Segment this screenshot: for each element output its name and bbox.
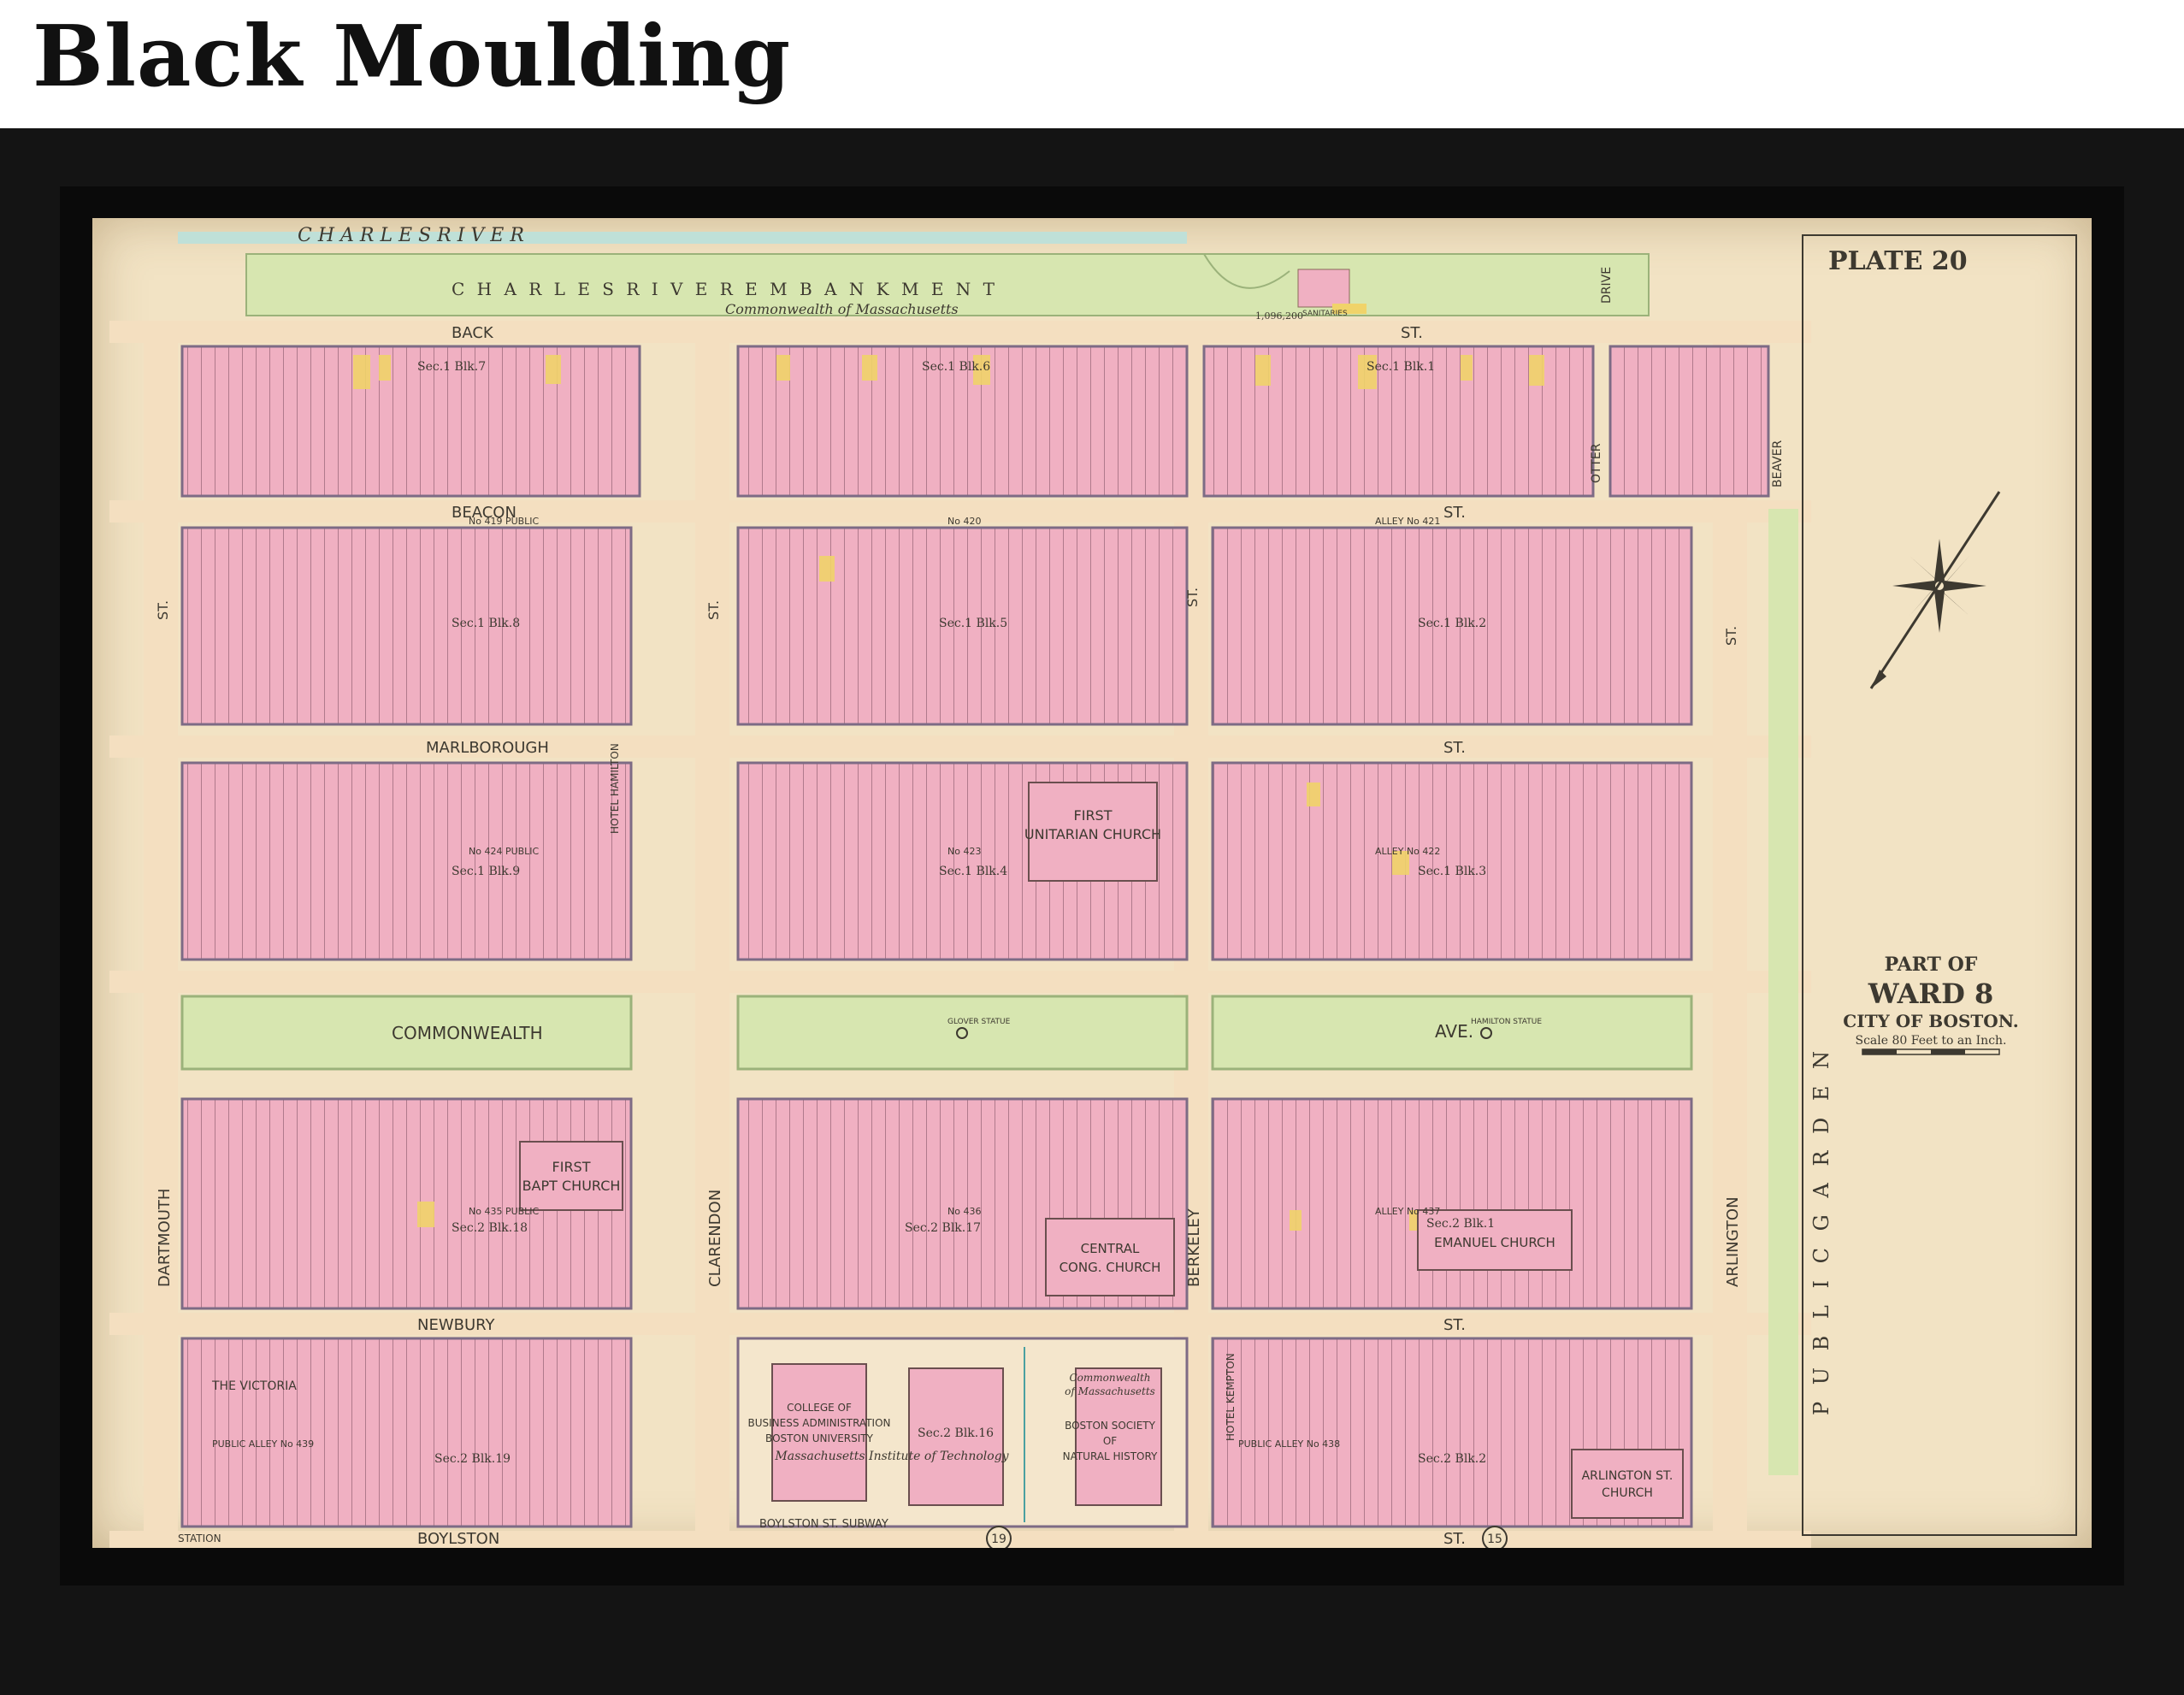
block-sec1-blk1: Sec.1 Blk.1 (1366, 360, 1435, 374)
arlington-st-suffix: ST. (1723, 626, 1739, 646)
first-unitarian-line2: UNITARIAN CHURCH (1024, 826, 1161, 842)
boylston-subway-label: BOYLSTON ST. SUBWAY (759, 1518, 888, 1531)
natural-history-line5: NATURAL HISTORY (1063, 1450, 1158, 1462)
central-cong-line1: CENTRAL (1081, 1241, 1140, 1256)
clarendon-street-label: CLARENDON (706, 1190, 724, 1287)
embankment-owner-label: Commonwealth of Massachusetts (725, 301, 959, 317)
hamilton-statue-label: HAMILTON STATUE (1471, 1018, 1542, 1026)
sanitaries-label: SANITARIES (1302, 310, 1348, 318)
beacon-street-suffix: ST. (1443, 504, 1466, 522)
page-title: Black Moulding (32, 8, 792, 106)
back-street-suffix: ST. (1401, 324, 1423, 342)
public-garden-label: P U B L I C G A R D E N (1809, 1046, 1833, 1415)
central-cong-line2: CONG. CHURCH (1060, 1260, 1161, 1275)
compass-rose-icon (1869, 491, 2001, 689)
block-sec1-blk7: Sec.1 Blk.7 (417, 360, 486, 374)
hotel-hamilton-label: HOTEL HAMILTON (609, 743, 621, 834)
block-sec1-blk2: Sec.1 Blk.2 (1418, 617, 1486, 630)
college-line2: BUSINESS ADMINISTRATION (747, 1417, 890, 1429)
block-sec2-blk19: Sec.2 Blk.19 (434, 1452, 511, 1466)
natural-history-line2: of Massachusetts (1065, 1385, 1155, 1397)
the-victoria-label: THE VICTORIA (211, 1379, 297, 1393)
block-sec2-blk16: Sec.2 Blk.16 (918, 1426, 994, 1440)
alley-419: No 419 PUBLIC (469, 516, 540, 527)
boston-ward-8-map: C H A R L E S R I V E R C H A R L E S R … (109, 225, 2077, 1548)
part-of-label: PART OF (1885, 954, 1978, 976)
station-label: STATION (178, 1533, 221, 1544)
drive-label: DRIVE (1600, 267, 1614, 304)
embankment-label: C H A R L E S R I V E R E M B A N K M E … (452, 279, 998, 299)
charles-river-embankment: C H A R L E S R I V E R E M B A N K M E … (245, 253, 1650, 322)
alley-436: No 436 (947, 1206, 981, 1217)
dartmouth-street-label: DARTMOUTH (156, 1189, 174, 1287)
block-sec1-blk4: Sec.1 Blk.4 (939, 865, 1007, 878)
scale-label: Scale 80 Feet to an Inch. (1855, 1034, 2006, 1048)
beaver-street-label: BEAVER (1771, 440, 1785, 487)
charles-river: C H A R L E S R I V E R (178, 225, 1187, 246)
glover-statue-label: GLOVER STATUE (947, 1018, 1011, 1026)
alley-422: ALLEY No 422 (1375, 846, 1440, 857)
otter-street-label: OTTER (1590, 443, 1603, 483)
commonwealth-ave-label: COMMONWEALTH (392, 1023, 543, 1043)
alley-439: PUBLIC ALLEY No 439 (212, 1438, 314, 1450)
natural-history-line4: OF (1103, 1435, 1117, 1447)
block-sec2-blk17: Sec.2 Blk.17 (905, 1221, 981, 1235)
alley-420: No 420 (947, 516, 981, 527)
alley-423: No 423 (947, 846, 981, 857)
block-sec1-blk9: Sec.1 Blk.9 (452, 865, 520, 878)
alley-435: No 435 PUBLIC (469, 1206, 540, 1217)
back-street-label: BACK (452, 324, 494, 342)
block-sec1-blk6: Sec.1 Blk.6 (922, 360, 990, 374)
ward-label: WARD 8 (1868, 977, 1993, 1010)
dartmouth-st-suffix: ST. (155, 600, 171, 620)
college-line3: BOSTON UNIVERSITY (765, 1432, 874, 1444)
newbury-street-label: NEWBURY (417, 1316, 496, 1334)
embankment-area: 1,096,200 (1255, 310, 1303, 322)
plate-ref-15: 15 (1487, 1533, 1502, 1546)
natural-history-line1: Commonwealth (1069, 1372, 1150, 1384)
clarendon-st-suffix: ST. (705, 600, 722, 620)
first-baptist-line1: FIRST (552, 1159, 591, 1175)
plate-header: PLATE 20 (1802, 234, 2077, 1536)
marlborough-street-suffix: ST. (1443, 739, 1466, 757)
block-sec2-blk2: Sec.2 Blk.2 (1418, 1452, 1486, 1466)
plate-ref-19: 19 (991, 1533, 1006, 1546)
alley-421: ALLEY No 421 (1375, 516, 1440, 527)
ward-title-block: PART OF WARD 8 CITY OF BOSTON. Scale 80 … (1843, 954, 2019, 1055)
block-sec1-blk3: Sec.1 Blk.3 (1418, 865, 1486, 878)
college-line1: COLLEGE OF (787, 1402, 852, 1414)
first-baptist-line2: BAPT CHURCH (522, 1178, 621, 1194)
emmanuel-church-label: EMANUEL CHURCH (1434, 1235, 1555, 1250)
boylston-street-label: BOYLSTON (417, 1530, 499, 1548)
arlington-street-label: ARLINGTON (1724, 1196, 1742, 1287)
plate-number: PLATE 20 (1828, 246, 1968, 276)
commonwealth-ave-suffix: AVE. (1435, 1021, 1473, 1042)
block-sec2-blk1: Sec.2 Blk.1 (1426, 1217, 1495, 1231)
block-sec2-blk18: Sec.2 Blk.18 (452, 1221, 528, 1235)
mit-label: Massachusetts Institute of Technology (774, 1450, 1009, 1463)
newbury-street-suffix: ST. (1443, 1316, 1466, 1334)
arlington-church-line1: ARLINGTON ST. (1582, 1469, 1673, 1483)
marlborough-street-label: MARLBOROUGH (426, 739, 549, 757)
natural-history-line3: BOSTON SOCIETY (1065, 1420, 1156, 1432)
alley-437: ALLEY No 437 (1375, 1206, 1440, 1217)
first-unitarian-line1: FIRST (1074, 807, 1113, 824)
berkeley-street-label: BERKELEY (1185, 1208, 1203, 1287)
alley-438: PUBLIC ALLEY No 438 (1238, 1438, 1340, 1450)
block-sec1-blk8: Sec.1 Blk.8 (452, 617, 520, 630)
block-sec1-blk5: Sec.1 Blk.5 (939, 617, 1007, 630)
charles-river-label: C H A R L E S R I V E R (298, 225, 524, 246)
city-label: CITY OF BOSTON. (1843, 1011, 2018, 1031)
arlington-church-line2: CHURCH (1602, 1486, 1653, 1500)
hotel-kempton-label: HOTEL KEMPTON (1225, 1353, 1237, 1441)
boylston-street-suffix: ST. (1443, 1530, 1466, 1548)
berkeley-st-suffix: ST. (1184, 588, 1201, 607)
alley-424: No 424 PUBLIC (469, 846, 540, 857)
